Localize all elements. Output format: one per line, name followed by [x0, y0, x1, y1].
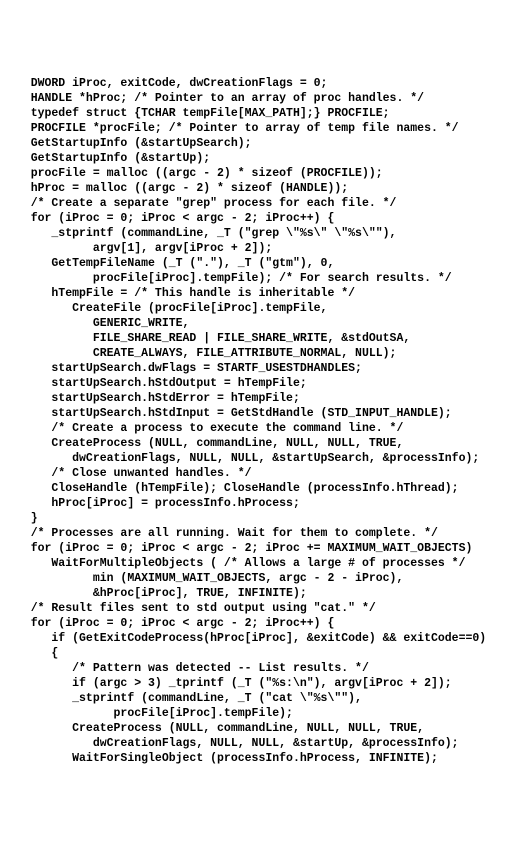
code-line: dwCreationFlags, NULL, NULL, &startUpSea… [10, 451, 505, 466]
code-line: hProc[iProc] = processInfo.hProcess; [10, 496, 505, 511]
code-line: startUpSearch.hStdInput = GetStdHandle (… [10, 406, 505, 421]
code-line: CreateFile (procFile[iProc].tempFile, [10, 301, 505, 316]
code-line: CreateProcess (NULL, commandLine, NULL, … [10, 721, 505, 736]
code-line: for (iProc = 0; iProc < argc - 2; iProc+… [10, 211, 505, 226]
code-line: _stprintf (commandLine, _T ("grep \"%s\"… [10, 226, 505, 241]
code-line: startUpSearch.hStdError = hTempFile; [10, 391, 505, 406]
code-line: CloseHandle (hTempFile); CloseHandle (pr… [10, 481, 505, 496]
code-line: &hProc[iProc], TRUE, INFINITE); [10, 586, 505, 601]
code-line: CreateProcess (NULL, commandLine, NULL, … [10, 436, 505, 451]
code-line: WaitForMultipleObjects ( /* Allows a lar… [10, 556, 505, 571]
code-line: HANDLE *hProc; /* Pointer to an array of… [10, 91, 505, 106]
code-line: argv[1], argv[iProc + 2]); [10, 241, 505, 256]
code-line: GetStartupInfo (&startUp); [10, 151, 505, 166]
code-line: /* Result files sent to std output using… [10, 601, 505, 616]
code-line: PROCFILE *procFile; /* Pointer to array … [10, 121, 505, 136]
code-line: } [10, 511, 505, 526]
code-line: typedef struct {TCHAR tempFile[MAX_PATH]… [10, 106, 505, 121]
code-block: DWORD iProc, exitCode, dwCreationFlags =… [10, 76, 505, 766]
code-line: /* Pattern was detected -- List results.… [10, 661, 505, 676]
code-line: CREATE_ALWAYS, FILE_ATTRIBUTE_NORMAL, NU… [10, 346, 505, 361]
code-line: startUpSearch.dwFlags = STARTF_USESTDHAN… [10, 361, 505, 376]
code-line: WaitForSingleObject (processInfo.hProces… [10, 751, 505, 766]
code-line: GENERIC_WRITE, [10, 316, 505, 331]
code-line: hProc = malloc ((argc - 2) * sizeof (HAN… [10, 181, 505, 196]
code-line: if (GetExitCodeProcess(hProc[iProc], &ex… [10, 631, 505, 646]
code-line: startUpSearch.hStdOutput = hTempFile; [10, 376, 505, 391]
code-line: /* Create a process to execute the comma… [10, 421, 505, 436]
code-line: { [10, 646, 505, 661]
code-line: _stprintf (commandLine, _T ("cat \"%s\""… [10, 691, 505, 706]
code-line: FILE_SHARE_READ | FILE_SHARE_WRITE, &std… [10, 331, 505, 346]
code-line: DWORD iProc, exitCode, dwCreationFlags =… [10, 76, 505, 91]
code-line: hTempFile = /* This handle is inheritabl… [10, 286, 505, 301]
code-line: /* Processes are all running. Wait for t… [10, 526, 505, 541]
code-line: GetTempFileName (_T ("."), _T ("gtm"), 0… [10, 256, 505, 271]
code-line: procFile = malloc ((argc - 2) * sizeof (… [10, 166, 505, 181]
code-line: dwCreationFlags, NULL, NULL, &startUp, &… [10, 736, 505, 751]
code-line: GetStartupInfo (&startUpSearch); [10, 136, 505, 151]
code-line: for (iProc = 0; iProc < argc - 2; iProc+… [10, 616, 505, 631]
code-line: procFile[iProc].tempFile); /* For search… [10, 271, 505, 286]
code-line: procFile[iProc].tempFile); [10, 706, 505, 721]
code-line: if (argc > 3) _tprintf (_T ("%s:\n"), ar… [10, 676, 505, 691]
code-line: /* Create a separate "grep" process for … [10, 196, 505, 211]
code-line: for (iProc = 0; iProc < argc - 2; iProc … [10, 541, 505, 556]
code-line: /* Close unwanted handles. */ [10, 466, 505, 481]
code-line: min (MAXIMUM_WAIT_OBJECTS, argc - 2 - iP… [10, 571, 505, 586]
